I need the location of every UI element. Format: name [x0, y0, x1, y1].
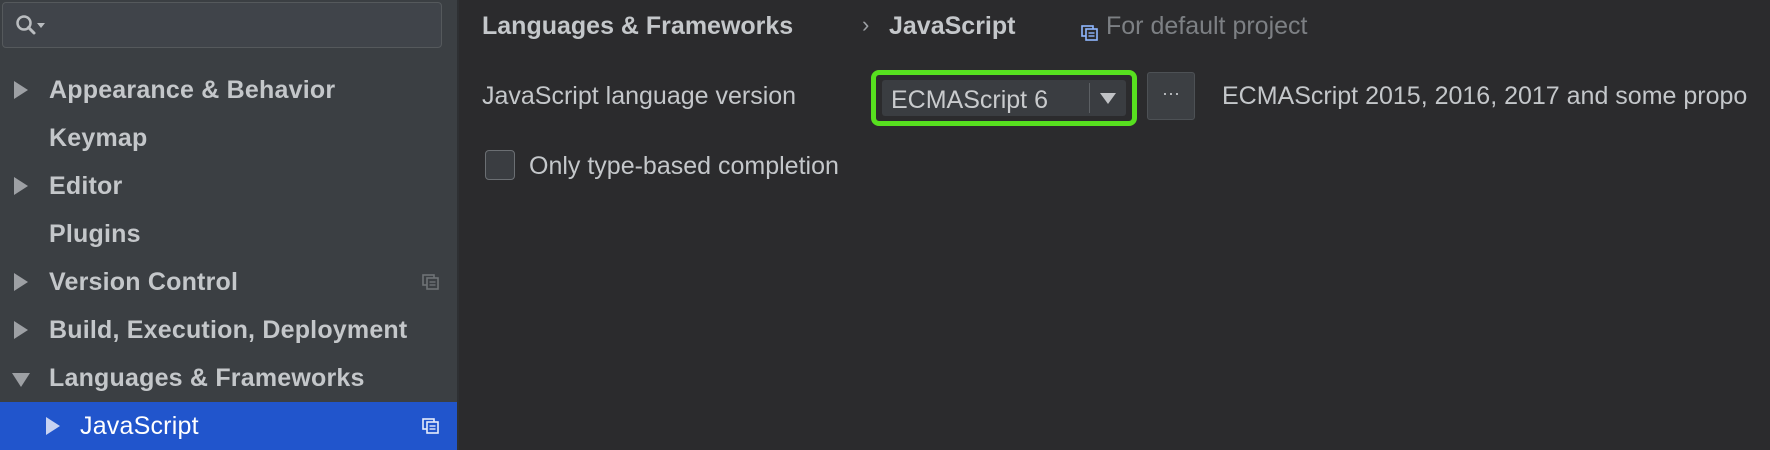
- sidebar-item-keymap[interactable]: Keymap: [0, 114, 457, 162]
- more-options-button[interactable]: ···: [1147, 72, 1195, 120]
- project-scope-icon: [422, 274, 440, 290]
- select-divider: [1089, 83, 1090, 113]
- search-box[interactable]: [2, 2, 442, 48]
- language-version-highlight: ECMAScript 6: [871, 70, 1137, 126]
- sidebar-item-appearance-behavior[interactable]: Appearance & Behavior: [0, 66, 457, 114]
- sidebar-item-label: Languages & Frameworks: [49, 364, 365, 392]
- sidebar-item-label: Appearance & Behavior: [49, 76, 336, 104]
- sidebar-item-version-control[interactable]: Version Control: [0, 258, 457, 306]
- type-based-completion-checkbox[interactable]: [485, 150, 515, 180]
- project-scope-icon: [422, 418, 440, 434]
- type-based-completion-label[interactable]: Only type-based completion: [529, 152, 839, 181]
- expand-arrow-icon[interactable]: [14, 177, 28, 195]
- breadcrumb-separator: ›: [862, 12, 870, 37]
- sidebar-item-languages-frameworks[interactable]: Languages & Frameworks: [0, 354, 457, 402]
- sidebar-item-build-execution-deployment[interactable]: Build, Execution, Deployment: [0, 306, 457, 354]
- language-version-label: JavaScript language version: [482, 82, 797, 110]
- settings-sidebar: Appearance & Behavior Keymap Editor Plug…: [0, 0, 459, 450]
- language-version-row: JavaScript language version ECMAScript 6…: [482, 70, 1770, 126]
- settings-window: Appearance & Behavior Keymap Editor Plug…: [0, 0, 1770, 450]
- settings-content: Languages & Frameworks › JavaScript For …: [461, 0, 1770, 450]
- sidebar-item-label: JavaScript: [80, 412, 199, 440]
- search-input[interactable]: [55, 9, 439, 45]
- breadcrumb-parent[interactable]: Languages & Frameworks: [482, 12, 793, 41]
- chevron-down-icon[interactable]: [1100, 93, 1116, 104]
- sidebar-item-label: Keymap: [49, 124, 148, 152]
- expand-arrow-icon[interactable]: [14, 321, 28, 339]
- expand-arrow-icon[interactable]: [14, 81, 28, 99]
- type-based-completion-row[interactable]: Only type-based completion: [485, 148, 1085, 184]
- search-icon[interactable]: [15, 14, 49, 38]
- sidebar-item-plugins[interactable]: Plugins: [0, 210, 457, 258]
- expand-arrow-icon[interactable]: [14, 273, 28, 291]
- expand-arrow-icon[interactable]: [46, 417, 60, 435]
- collapse-arrow-icon[interactable]: [12, 373, 30, 387]
- project-scope-icon: [1081, 19, 1099, 41]
- language-version-select[interactable]: ECMAScript 6: [882, 80, 1126, 116]
- sidebar-item-label: Build, Execution, Deployment: [49, 316, 408, 344]
- sidebar-item-label: Version Control: [49, 268, 239, 296]
- language-version-description: ECMAScript 2015, 2016, 2017 and some pro…: [1222, 82, 1748, 110]
- breadcrumb-current: JavaScript: [889, 12, 1016, 40]
- sidebar-item-label: Editor: [49, 172, 123, 200]
- sidebar-item-javascript[interactable]: JavaScript: [0, 402, 457, 450]
- language-version-value: ECMAScript 6: [891, 86, 1048, 114]
- scope-label: For default project: [1106, 12, 1308, 40]
- sidebar-item-label: Plugins: [49, 220, 141, 248]
- sidebar-item-editor[interactable]: Editor: [0, 162, 457, 210]
